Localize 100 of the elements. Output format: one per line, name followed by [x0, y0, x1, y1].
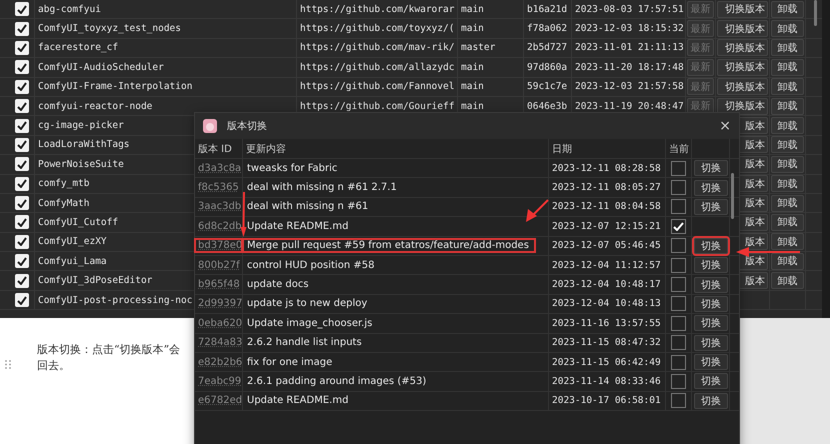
switch-button[interactable]: 切换: [694, 238, 728, 254]
switch-button[interactable]: 切换: [694, 296, 728, 312]
column-header: 更新内容: [245, 142, 286, 156]
checkbox[interactable]: [15, 99, 29, 114]
current-checkbox[interactable]: [671, 335, 686, 350]
current-checkbox[interactable]: [671, 374, 686, 389]
checkbox[interactable]: [15, 2, 29, 16]
repo-url: https://github.com/Gourieff: [299, 100, 454, 112]
commit-message: Update image_chooser.js: [246, 318, 372, 329]
switch-version-button[interactable]: 切换版本: [717, 20, 768, 38]
current-checkbox[interactable]: [671, 218, 686, 234]
current-checkbox[interactable]: [671, 258, 686, 273]
commit-date: 2023-12-04 10:48:13: [551, 298, 661, 310]
switch-button[interactable]: 切换: [694, 198, 728, 215]
commit-message: 2.6.1 padding around images (#53): [246, 376, 426, 387]
uninstall-button[interactable]: 卸载: [771, 117, 804, 134]
uninstall-button[interactable]: 卸载: [771, 272, 804, 290]
current-checkbox[interactable]: [671, 238, 686, 254]
close-button[interactable]: ×: [715, 118, 735, 134]
current-checkbox[interactable]: [671, 354, 686, 370]
checkbox[interactable]: [15, 60, 29, 74]
current-checkbox[interactable]: [671, 393, 686, 408]
commit-date: 2023-12-11 08:04:58: [551, 201, 661, 212]
branch-name: main: [460, 81, 484, 92]
uninstall-button[interactable]: 卸载: [771, 214, 804, 231]
switch-version-button[interactable]: 切换版本: [717, 78, 768, 96]
branch-name: main: [460, 62, 484, 73]
switch-button[interactable]: 切换: [694, 276, 728, 293]
commit-date: 2023-10-17 06:58:01: [551, 395, 661, 406]
switch-button[interactable]: 切换: [694, 315, 728, 332]
checkbox[interactable]: [15, 274, 29, 288]
node-name: ComfyMath: [37, 198, 90, 209]
commit-message: update js to new deploy: [246, 298, 368, 310]
annotation-arrow: [526, 199, 549, 222]
switch-version-button[interactable]: 切换版本: [717, 58, 768, 76]
checkbox[interactable]: [15, 176, 29, 191]
current-checkbox[interactable]: [671, 277, 686, 292]
uninstall-button[interactable]: 卸载: [771, 39, 804, 56]
uninstall-button[interactable]: 卸载: [771, 252, 804, 270]
uninstall-button[interactable]: 卸载: [771, 58, 804, 76]
version-id: bd378e0: [195, 239, 242, 252]
commit-date: 2023-11-15 06:42:49: [551, 356, 661, 368]
version-id: 7284a83: [197, 337, 242, 348]
commit-message: Merge pull request #59 from etatros/feature/add-modes: [243, 239, 535, 252]
switch-button[interactable]: 切换: [694, 392, 728, 409]
branch-name: main: [460, 23, 484, 34]
current-checkbox[interactable]: [671, 160, 686, 176]
node-name: cg-image-picker: [37, 120, 124, 132]
uninstall-button[interactable]: 卸载: [771, 194, 804, 212]
current-checkbox[interactable]: [671, 296, 686, 312]
node-name: abg-comfyui: [37, 4, 101, 15]
commit-id: b16a21d: [526, 4, 568, 15]
switch-button[interactable]: 切换: [694, 160, 728, 176]
commit-date: 2023-12-07 05:46:45: [551, 240, 661, 252]
checkbox[interactable]: [15, 196, 29, 210]
checkbox[interactable]: [15, 293, 29, 308]
drag-handle-icon[interactable]: [5, 360, 11, 369]
checkbox[interactable]: [15, 80, 29, 94]
switch-version-button[interactable]: 切换版本: [717, 39, 768, 56]
uninstall-button[interactable]: 卸载: [771, 175, 804, 192]
checkbox[interactable]: [15, 138, 29, 152]
checkbox[interactable]: [15, 22, 29, 36]
switch-button[interactable]: 切换: [694, 354, 728, 370]
commit-message: deal with missing n #61: [246, 201, 368, 212]
commit-date: 2023-08-03 17:57:51: [574, 4, 684, 15]
node-name: ComfyUI_ezXY: [37, 236, 107, 248]
scrollbar-thumb[interactable]: [814, 0, 817, 26]
uninstall-button[interactable]: 卸载: [771, 156, 804, 173]
current-checkbox[interactable]: [671, 180, 686, 196]
switch-button[interactable]: 切换: [694, 373, 728, 390]
uninstall-button[interactable]: 卸载: [771, 0, 804, 18]
checkbox[interactable]: [15, 40, 29, 55]
checkbox[interactable]: [15, 254, 29, 268]
commit-date: 2023-12-03 18:15:32: [574, 23, 684, 34]
switch-version-button[interactable]: 切换版本: [717, 0, 768, 18]
checkbox[interactable]: [15, 215, 29, 230]
commit-date: 2023-12-11 08:05:27: [551, 182, 661, 194]
switch-button[interactable]: 切换: [694, 257, 728, 274]
uninstall-button[interactable]: 卸载: [771, 136, 804, 154]
uninstall-button[interactable]: 卸载: [771, 78, 804, 96]
switch-button[interactable]: 切换: [694, 334, 728, 351]
version-id: 6d8c2db: [197, 220, 242, 232]
version-id: 7eabc99: [197, 376, 242, 387]
uninstall-button[interactable]: 卸载: [771, 98, 804, 115]
document-text: 版本切换：点击“切换版本”会: [37, 342, 180, 358]
node-name: PowerNoiseSuite: [37, 158, 124, 170]
switch-version-button[interactable]: 切换版本: [717, 98, 768, 115]
uninstall-button[interactable]: 卸载: [771, 20, 804, 38]
current-checkbox[interactable]: [671, 199, 686, 214]
checkbox[interactable]: [15, 157, 29, 172]
checkbox[interactable]: [15, 118, 29, 133]
current-checkbox[interactable]: [671, 316, 686, 331]
commit-message: update docs: [246, 279, 309, 290]
scrollbar-thumb[interactable]: [731, 173, 734, 219]
switch-button[interactable]: 切换: [694, 180, 728, 196]
uninstall-button[interactable]: 卸载: [771, 233, 804, 250]
version-id: e82b2b6: [197, 356, 242, 368]
commit-date: 2023-12-07 12:15:21: [551, 220, 661, 232]
checkbox[interactable]: [15, 234, 29, 249]
version-id: 0eba620: [197, 318, 242, 329]
